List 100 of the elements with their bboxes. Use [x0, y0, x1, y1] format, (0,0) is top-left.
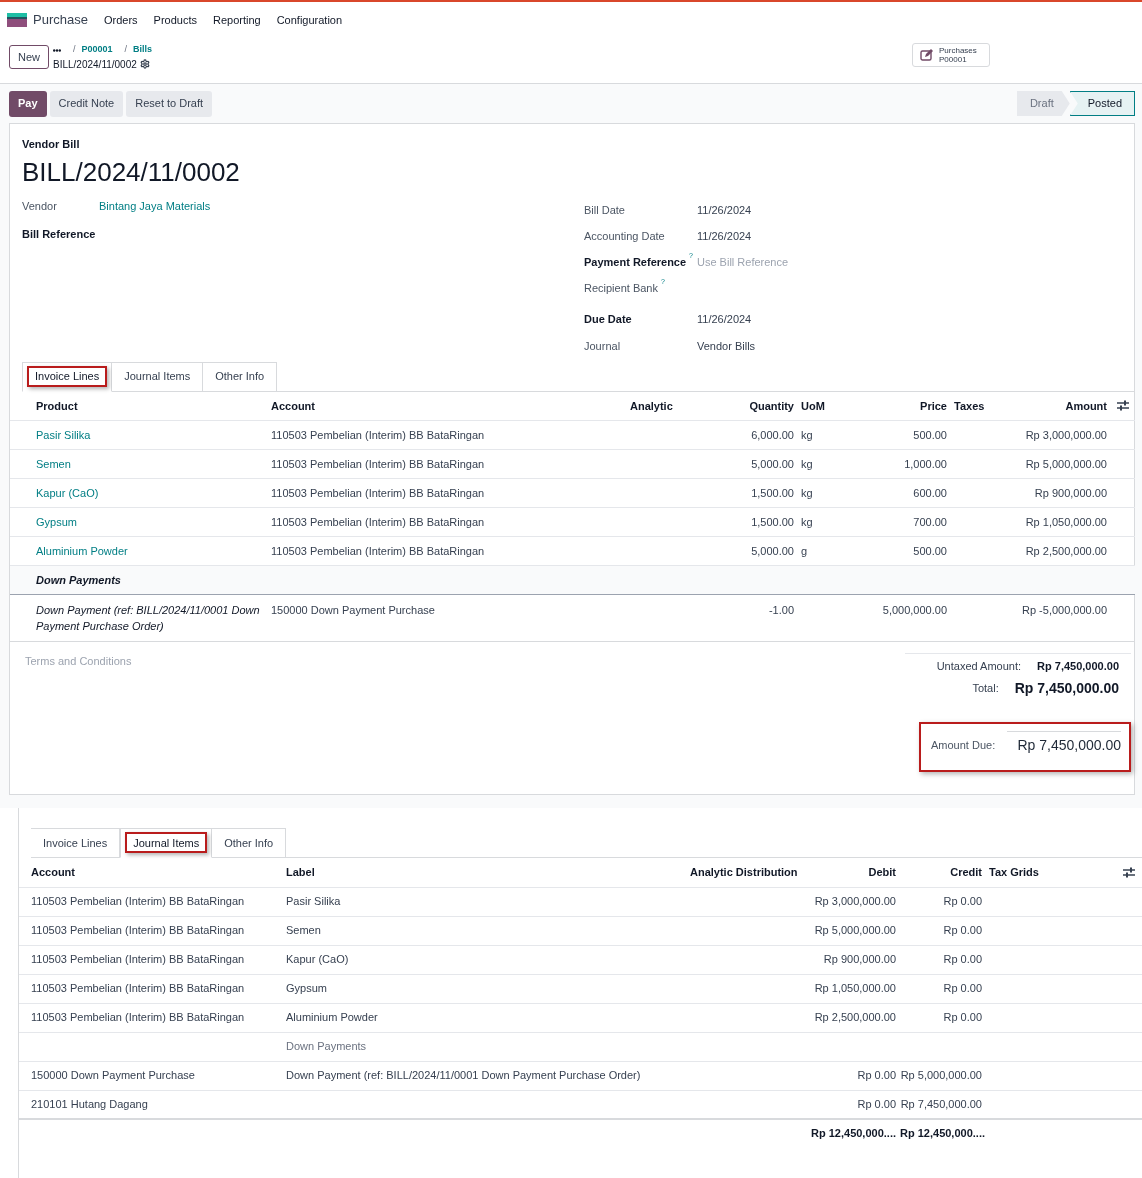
- document-type: Vendor Bill: [21, 137, 81, 152]
- table-cell: 1,000.00: [904, 457, 947, 470]
- section-heading: Down Payments: [36, 573, 121, 586]
- table-cell: Rp 0.00: [943, 982, 982, 995]
- smart-button-label: Purchases: [939, 46, 977, 55]
- column-header: Amount: [1065, 399, 1107, 412]
- table-cell: Rp 0.00: [857, 1098, 896, 1110]
- purchases-smart-button[interactable]: Purchases P00001: [912, 43, 990, 67]
- table-cell: 150000 Down Payment Purchase: [31, 1069, 195, 1082]
- table-cell: 110503 Pembelian (Interim) BB BataRingan: [271, 457, 485, 470]
- table-cell: kg: [801, 486, 813, 499]
- action-button[interactable]: Pay: [9, 90, 47, 117]
- table-cell: Rp 3,000,000.00: [1025, 428, 1107, 441]
- table-cell: 6,000.00: [751, 428, 794, 441]
- table-cell: -1.00: [768, 604, 794, 616]
- table-cell: Rp 5,000,000.00: [1025, 457, 1107, 470]
- menu-item[interactable]: Orders: [103, 11, 138, 29]
- product-link[interactable]: Aluminium Powder: [36, 544, 128, 557]
- settings-icon[interactable]: [139, 59, 150, 69]
- total-credit: Rp 12,450,000....: [900, 1127, 985, 1140]
- field-label: Due Date: [584, 312, 632, 328]
- table-cell: Rp 1,050,000.00: [814, 982, 896, 995]
- form-tab[interactable]: Journal Items: [112, 361, 204, 392]
- column-header: Label: [286, 866, 315, 878]
- column-header: Analytic: [630, 399, 673, 412]
- table-cell: Rp 0.00: [857, 1069, 896, 1082]
- table-cell: 700.00: [913, 515, 947, 528]
- field-value: 11/26/2024: [697, 203, 752, 219]
- record-name: BILL/2024/11/0002: [53, 57, 137, 72]
- table-cell: Rp 0.00: [943, 895, 982, 908]
- table-cell: Rp 900,000.00: [1034, 486, 1107, 499]
- table-cell: Kapur (CaO): [286, 953, 349, 966]
- form-tab[interactable]: Other Info: [212, 828, 287, 858]
- table-cell: Pasir Silika: [286, 895, 341, 908]
- payment-reference-field[interactable]: Use Bill Reference: [697, 254, 837, 271]
- table-cell: 110503 Pembelian (Interim) BB BataRingan: [31, 953, 245, 966]
- table-cell: Rp 3,000,000.00: [814, 895, 896, 908]
- product-link[interactable]: Pasir Silika: [36, 428, 91, 441]
- field-value: 11/26/2024: [697, 229, 752, 245]
- total-label: Untaxed Amount:: [936, 658, 1022, 674]
- column-header: Tax Grids: [989, 866, 1039, 878]
- menu-item[interactable]: Reporting: [212, 11, 261, 29]
- table-cell: 5,000.00: [751, 544, 794, 557]
- table-cell: Aluminium Powder: [286, 1011, 378, 1024]
- column-header: Credit: [950, 866, 982, 878]
- table-cell: 110503 Pembelian (Interim) BB BataRingan: [271, 515, 485, 528]
- table-cell: kg: [801, 428, 813, 441]
- breadcrumb-link[interactable]: Bills: [133, 43, 153, 57]
- status-step[interactable]: Draft: [1016, 91, 1070, 116]
- column-header: Account: [271, 399, 315, 412]
- column-header: UoM: [801, 399, 825, 412]
- column-header: Quantity: [749, 399, 794, 412]
- more-icon[interactable]: [53, 48, 61, 52]
- form-tab[interactable]: Other Info: [203, 361, 278, 392]
- table-cell: 500.00: [913, 544, 947, 557]
- bill-number: BILL/2024/11/0002: [21, 155, 241, 188]
- amount-due-value: Rp 7,450,000.00: [1007, 730, 1121, 756]
- total-value: Rp 7,450,000.00: [1037, 658, 1119, 674]
- product-link[interactable]: Semen: [36, 457, 71, 470]
- breadcrumb-link[interactable]: P00001: [81, 43, 113, 57]
- form-tab[interactable]: Invoice Lines: [31, 828, 121, 858]
- table-cell: Rp 0.00: [943, 1011, 982, 1024]
- table-cell: Semen: [286, 924, 321, 937]
- menu-item[interactable]: Products: [153, 11, 197, 29]
- table-cell: 110503 Pembelian (Interim) BB BataRingan: [31, 895, 245, 908]
- column-settings-icon[interactable]: [1122, 866, 1135, 878]
- app-logo-icon[interactable]: [7, 13, 27, 27]
- column-header: Debit: [868, 866, 896, 878]
- new-button[interactable]: New: [9, 45, 49, 69]
- table-cell: 210101 Hutang Dagang: [31, 1098, 148, 1110]
- app-name[interactable]: Purchase: [33, 10, 88, 30]
- field-label: Vendor: [22, 199, 58, 215]
- product-link[interactable]: Gypsum: [36, 515, 77, 528]
- column-header: Account: [31, 866, 75, 878]
- table-cell: kg: [801, 457, 813, 470]
- table-cell: 1,500.00: [751, 515, 794, 528]
- table-cell: 500.00: [913, 428, 947, 441]
- table-cell: Rp 5,000,000.00: [900, 1069, 982, 1082]
- table-cell: Gypsum: [286, 982, 327, 995]
- table-cell: Rp 1,050,000.00: [1025, 515, 1107, 528]
- product-link[interactable]: Kapur (CaO): [36, 486, 99, 499]
- field-label: Recipient Bank: [584, 281, 658, 297]
- column-settings-icon[interactable]: [1116, 400, 1129, 412]
- action-button[interactable]: Credit Note: [49, 90, 124, 117]
- table-cell: Rp 5,000,000.00: [814, 924, 896, 937]
- status-step[interactable]: Posted: [1069, 91, 1135, 116]
- menu-item[interactable]: Configuration: [276, 11, 343, 29]
- table-cell: 600.00: [913, 486, 947, 499]
- table-cell: 5,000,000.00: [882, 604, 947, 616]
- table-cell: Down Payment (ref: BILL/2024/11/0001 Down Payment Purchase Order): [286, 1069, 641, 1082]
- column-header: Product: [36, 399, 78, 412]
- field-label: Bill Date: [584, 203, 625, 219]
- table-cell: 5,000.00: [751, 457, 794, 470]
- table-cell: Rp 900,000.00: [823, 953, 896, 966]
- column-header: Price: [920, 399, 947, 412]
- action-button[interactable]: Reset to Draft: [126, 90, 213, 117]
- total-debit: Rp 12,450,000....: [811, 1127, 896, 1140]
- vendor-link[interactable]: Bintang Jaya Materials: [99, 198, 211, 215]
- terms-field[interactable]: Terms and Conditions: [25, 646, 425, 675]
- amount-due-label: Amount Due:: [931, 737, 996, 753]
